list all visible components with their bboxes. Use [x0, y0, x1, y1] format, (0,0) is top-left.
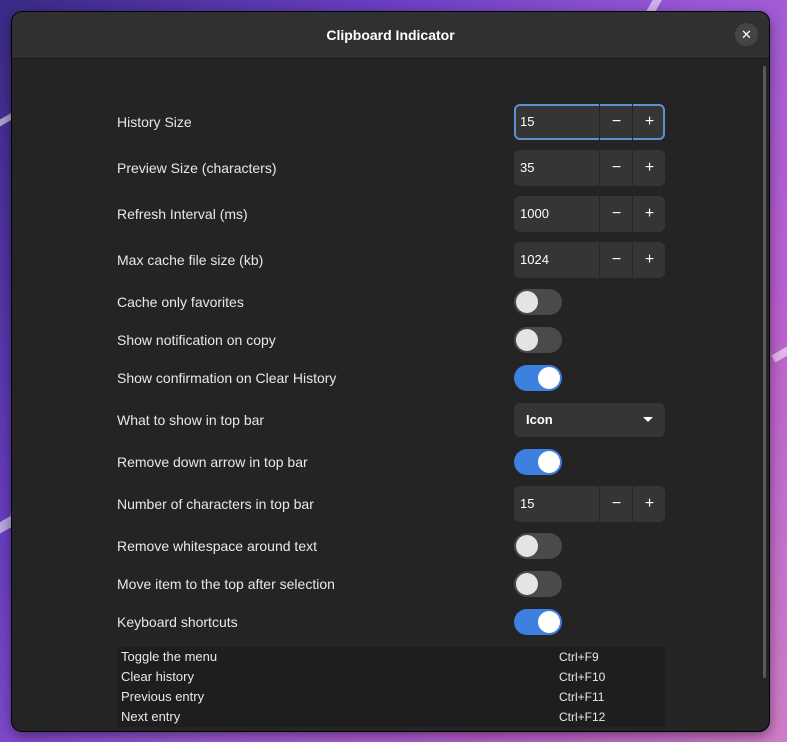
history-size-value[interactable]: 15 — [520, 113, 534, 131]
shortcut-keys[interactable]: Ctrl+F10 — [559, 669, 605, 685]
shortcut-row[interactable]: Clear history Ctrl+F10 — [117, 667, 665, 687]
preview-size-spinbutton[interactable]: 35 − + — [514, 150, 665, 186]
preview-size-value[interactable]: 35 — [520, 159, 534, 177]
top-bar-display-dropdown[interactable]: Icon — [514, 403, 665, 437]
wallpaper-streak — [771, 345, 787, 363]
shortcut-name: Next entry — [121, 709, 181, 724]
max-cache-spinbutton[interactable]: 1024 − + — [514, 242, 665, 278]
preview-size-decrement-button[interactable]: − — [599, 150, 633, 186]
remove-whitespace-toggle[interactable] — [514, 533, 562, 559]
close-icon: ✕ — [741, 26, 752, 42]
refresh-interval-spinbutton[interactable]: 1000 − + — [514, 196, 665, 232]
top-bar-chars-spinbutton[interactable]: 15 − + — [514, 486, 665, 522]
top-bar-display-selected: Icon — [526, 412, 553, 427]
history-size-decrement-button[interactable]: − — [599, 104, 633, 140]
toggle-knob — [538, 367, 560, 389]
cache-only-favorites-label: Cache only favorites — [117, 294, 244, 310]
show-notification-toggle[interactable] — [514, 327, 562, 353]
shortcut-keys[interactable]: Ctrl+F12 — [559, 709, 605, 725]
refresh-interval-value[interactable]: 1000 — [520, 205, 549, 223]
max-cache-value[interactable]: 1024 — [520, 251, 549, 269]
shortcut-name: Previous entry — [121, 689, 205, 704]
shortcuts-list: Toggle the menu Ctrl+F9 Clear history Ct… — [117, 647, 665, 727]
preview-size-increment-button[interactable]: + — [632, 150, 666, 186]
shortcut-row[interactable]: Previous entry Ctrl+F11 — [117, 687, 665, 707]
shortcut-name: Toggle the menu — [121, 649, 218, 664]
shortcut-keys[interactable]: Ctrl+F11 — [559, 689, 604, 705]
move-to-top-toggle[interactable] — [514, 571, 562, 597]
preview-size-label: Preview Size (characters) — [117, 160, 277, 176]
remove-down-arrow-label: Remove down arrow in top bar — [117, 454, 308, 470]
top-bar-chars-decrement-button[interactable]: − — [599, 486, 633, 522]
remove-down-arrow-toggle[interactable] — [514, 449, 562, 475]
shortcut-keys[interactable]: Ctrl+F9 — [559, 649, 599, 665]
show-confirmation-label: Show confirmation on Clear History — [117, 370, 337, 386]
title-bar: Clipboard Indicator ✕ — [12, 12, 769, 59]
settings-panel: History Size 15 − + Preview Size (charac… — [12, 59, 769, 731]
top-bar-chars-label: Number of characters in top bar — [117, 496, 314, 512]
preferences-window: Clipboard Indicator ✕ History Size 15 − … — [12, 12, 769, 731]
keyboard-shortcuts-label: Keyboard shortcuts — [117, 614, 238, 630]
keyboard-shortcuts-toggle[interactable] — [514, 609, 562, 635]
refresh-interval-label: Refresh Interval (ms) — [117, 206, 248, 222]
window-title: Clipboard Indicator — [326, 27, 455, 43]
show-notification-label: Show notification on copy — [117, 332, 276, 348]
shortcut-row[interactable]: Toggle the menu Ctrl+F9 — [117, 647, 665, 667]
toggle-knob — [516, 329, 538, 351]
top-bar-display-label: What to show in top bar — [117, 412, 265, 428]
refresh-interval-increment-button[interactable]: + — [632, 196, 666, 232]
cache-only-favorites-toggle[interactable] — [514, 289, 562, 315]
top-bar-chars-value[interactable]: 15 — [520, 495, 534, 513]
max-cache-label: Max cache file size (kb) — [117, 252, 264, 268]
history-size-spinbutton[interactable]: 15 − + — [514, 104, 665, 140]
close-button[interactable]: ✕ — [735, 23, 758, 46]
vertical-scrollbar[interactable] — [763, 66, 766, 678]
toggle-knob — [516, 535, 538, 557]
max-cache-decrement-button[interactable]: − — [599, 242, 633, 278]
show-confirmation-toggle[interactable] — [514, 365, 562, 391]
toggle-knob — [538, 451, 560, 473]
remove-whitespace-label: Remove whitespace around text — [117, 538, 317, 554]
refresh-interval-decrement-button[interactable]: − — [599, 196, 633, 232]
history-size-label: History Size — [117, 114, 192, 130]
toggle-knob — [538, 611, 560, 633]
shortcut-name: Clear history — [121, 669, 194, 684]
move-to-top-label: Move item to the top after selection — [117, 576, 335, 592]
top-bar-chars-increment-button[interactable]: + — [632, 486, 666, 522]
history-size-increment-button[interactable]: + — [632, 104, 666, 140]
toggle-knob — [516, 291, 538, 313]
chevron-down-icon — [643, 417, 653, 422]
max-cache-increment-button[interactable]: + — [632, 242, 666, 278]
shortcut-row[interactable]: Next entry Ctrl+F12 — [117, 707, 665, 727]
toggle-knob — [516, 573, 538, 595]
